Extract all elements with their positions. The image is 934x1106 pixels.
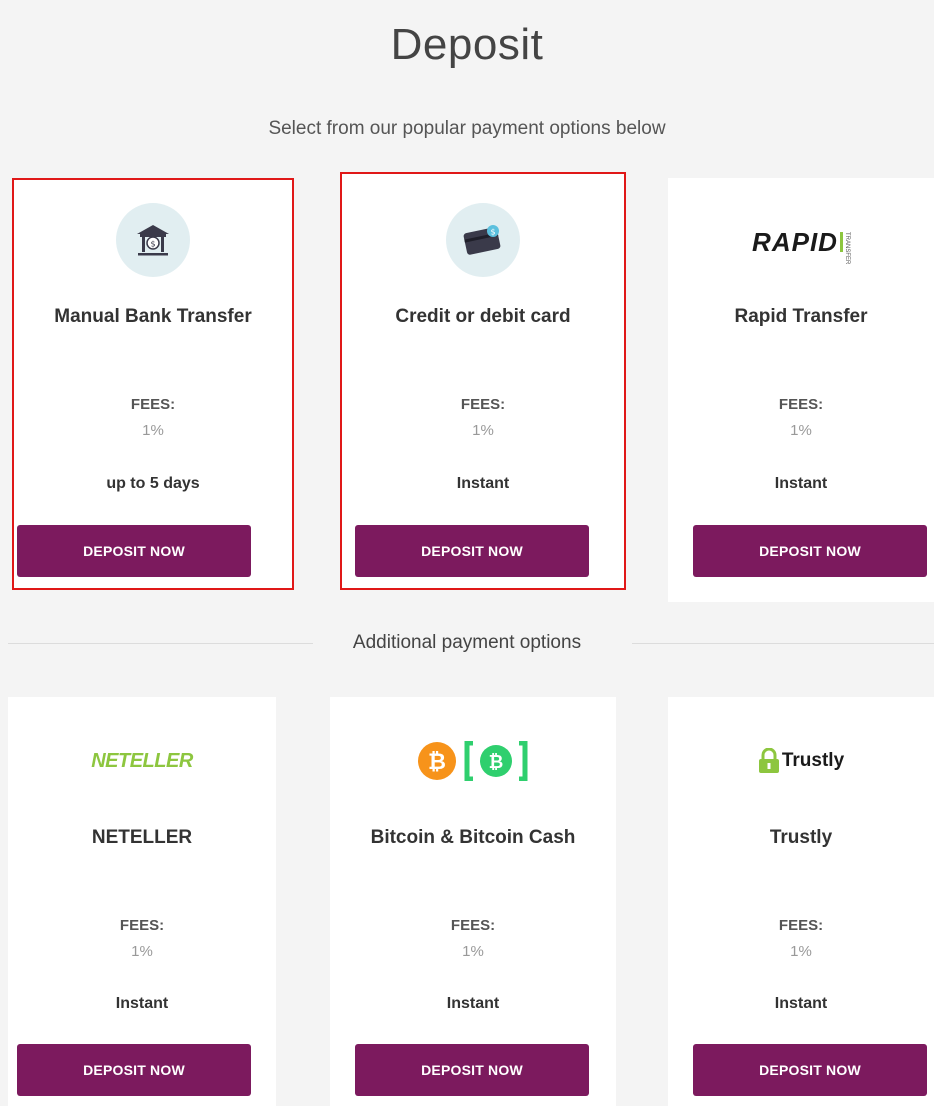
fees-label: FEES: — [450, 917, 496, 934]
processing-time: Instant — [774, 995, 828, 1012]
fees-label: FEES: — [119, 917, 165, 934]
deposit-now-button[interactable]: DEPOSIT NOW — [355, 1044, 589, 1096]
payment-card-bank-transfer: $ Manual Bank Transfer FEES: 1% up to 5 … — [12, 178, 294, 590]
method-name: Trustly — [769, 827, 833, 848]
processing-time: Instant — [456, 475, 510, 492]
deposit-now-button[interactable]: DEPOSIT NOW — [17, 1044, 251, 1096]
method-name: Bitcoin & Bitcoin Cash — [370, 827, 576, 848]
processing-time: Instant — [115, 995, 169, 1012]
fees-value: 1% — [790, 943, 812, 960]
deposit-now-button[interactable]: DEPOSIT NOW — [355, 525, 589, 577]
svg-text:$: $ — [150, 240, 155, 249]
deposit-now-button[interactable]: DEPOSIT NOW — [693, 525, 927, 577]
deposit-now-button[interactable]: DEPOSIT NOW — [693, 1044, 927, 1096]
bitcoin-icon: ₿ — [418, 742, 456, 780]
processing-time: Instant — [446, 995, 500, 1012]
trustly-logo: Trustly — [781, 750, 845, 771]
fees-label: FEES: — [130, 396, 176, 413]
lock-icon — [758, 748, 779, 773]
fees-value: 1% — [462, 943, 484, 960]
neteller-logo: NETELLER — [91, 749, 193, 772]
svg-text:₿: ₿ — [428, 750, 446, 775]
page-title: Deposit — [390, 20, 544, 69]
rapid-transfer-logo: RAPID TRANSFER — [752, 226, 850, 265]
method-name: NETELLER — [91, 827, 193, 848]
additional-options-heading: Additional payment options — [352, 632, 582, 653]
svg-text:₿: ₿ — [489, 752, 504, 773]
credit-card-icon: $ — [446, 203, 520, 277]
fees-value: 1% — [131, 943, 153, 960]
processing-time: up to 5 days — [106, 475, 200, 492]
bank-icon: $ — [116, 203, 190, 277]
deposit-now-button[interactable]: DEPOSIT NOW — [17, 525, 251, 577]
payment-card-neteller: NETELLER NETELLER FEES: 1% Instant DEPOS… — [8, 697, 276, 1106]
fees-label: FEES: — [778, 917, 824, 934]
payment-card-credit-card: $ Credit or debit card FEES: 1% Instant … — [340, 172, 626, 590]
bitcoin-cash-icon: ₿ — [464, 741, 528, 781]
fees-label: FEES: — [460, 396, 506, 413]
payment-card-bitcoin: ₿ ₿ Bitcoin & Bitcoin Cash FEES: 1% Inst… — [330, 697, 616, 1106]
payment-card-rapid-transfer: RAPID TRANSFER Rapid Transfer FEES: 1% I… — [668, 178, 934, 602]
payment-card-trustly: Trustly Trustly FEES: 1% Instant DEPOSIT… — [668, 697, 934, 1106]
page-subtitle: Select from our popular payment options … — [268, 118, 666, 139]
fees-value: 1% — [790, 422, 812, 439]
processing-time: Instant — [774, 475, 828, 492]
method-name: Rapid Transfer — [734, 306, 868, 327]
fees-label: FEES: — [778, 396, 824, 413]
method-name: Credit or debit card — [395, 306, 571, 327]
svg-text:$: $ — [490, 228, 495, 237]
method-name: Manual Bank Transfer — [54, 306, 252, 327]
fees-value: 1% — [142, 422, 164, 439]
fees-value: 1% — [472, 422, 494, 439]
